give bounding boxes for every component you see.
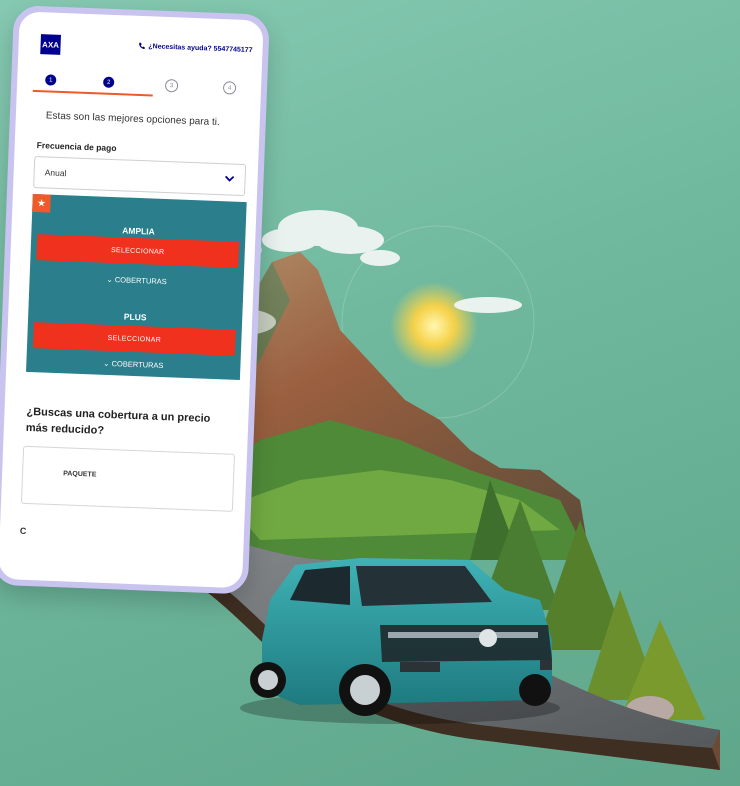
plan-card-amplia: ★ AMPLIA SELECCIONAR ⌄ COBERTURAS [29,193,247,303]
brand-logo[interactable]: AXA [40,34,61,55]
package-card[interactable]: PAQUETE [20,445,236,512]
step-3[interactable]: 3 [164,78,179,93]
coverage-toggle[interactable]: ⌄ COBERTURAS [26,356,240,373]
select-plus-button[interactable]: SELECCIONAR [32,322,236,356]
plan-card-plus: PLUS SELECCIONAR ⌄ COBERTURAS [26,291,243,381]
app-header: AXA ¿Necesitas ayuda? 5547745177 [18,11,264,72]
step-2[interactable]: 2 [102,76,115,88]
cheaper-question: ¿Buscas una cobertura a un precio más re… [25,405,211,437]
help-link[interactable]: ¿Necesitas ayuda? 5547745177 [137,42,253,54]
step-4[interactable]: 4 [222,81,237,95]
frequency-label: Frecuencia de pago [36,140,117,154]
footer-partial: C [19,525,27,536]
select-amplia-button[interactable]: SELECCIONAR [36,234,240,268]
package-label: PAQUETE [63,470,97,479]
step-1[interactable]: 1 [45,74,57,86]
phone-mockup: AXA ¿Necesitas ayuda? 5547745177 1 2 3 4… [0,5,270,595]
phone-icon [138,42,145,49]
frequency-select[interactable]: Anual [33,155,247,197]
frequency-value: Anual [44,167,67,179]
star-icon: ★ [32,193,51,213]
coverage-label: COBERTURAS [114,275,167,287]
coverage-toggle[interactable]: ⌄ COBERTURAS [30,272,244,289]
help-text: ¿Necesitas ayuda? 5547745177 [148,43,253,55]
coverage-label: COBERTURAS [111,359,164,371]
chevron-down-icon [225,175,235,182]
intro-text: Estas son las mejores opciones para ti. [45,110,220,129]
progress-bar [32,89,153,97]
progress-stepper: 1 2 3 4 [17,67,262,102]
